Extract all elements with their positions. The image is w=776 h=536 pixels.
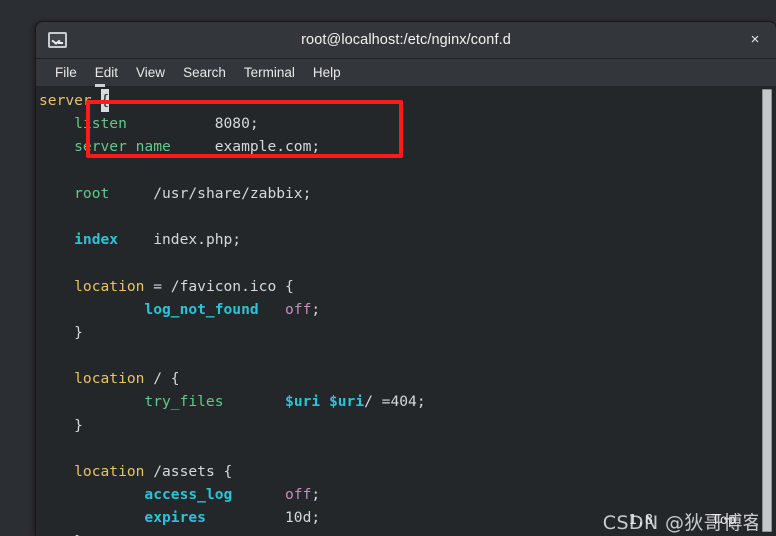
code-token: access_log: [39, 486, 233, 504]
menu-item-edit[interactable]: Edit: [86, 65, 127, 80]
terminal-window: root@localhost:/etc/nginx/conf.d × File …: [36, 22, 776, 536]
menu-item-help[interactable]: Help: [304, 65, 350, 80]
code-token: location: [39, 277, 145, 295]
code-token: index.php;: [118, 231, 242, 249]
scrollbar-track[interactable]: [758, 87, 776, 536]
status-scroll-indicator: Top: [711, 512, 736, 528]
window-titlebar: root@localhost:/etc/nginx/conf.d ×: [36, 22, 776, 59]
code-token: off: [285, 300, 312, 318]
code-token: server: [39, 92, 101, 109]
desktop-background: root@localhost:/etc/nginx/conf.d × File …: [0, 0, 776, 536]
code-token: location: [39, 370, 145, 388]
code-token: location: [39, 463, 145, 480]
code-token: listen: [39, 115, 127, 133]
code-token: root: [39, 184, 110, 202]
vim-editor-text[interactable]: server { listen 8080; server_name exampl…: [36, 87, 758, 536]
editor-line: try_files $uri $uri/ =404;: [39, 390, 758, 413]
code-token: $uri $uri: [285, 393, 365, 411]
code-token: try_files: [39, 393, 224, 411]
editor-line: log_not_found off;: [39, 298, 758, 321]
menu-item-view[interactable]: View: [127, 65, 174, 80]
code-token: index: [39, 231, 119, 249]
close-icon[interactable]: ×: [744, 29, 766, 51]
scrollbar-thumb[interactable]: [762, 89, 772, 532]
code-token: ;: [311, 486, 321, 504]
code-token: off: [285, 486, 312, 504]
editor-line: server_name example.com;: [39, 135, 758, 158]
code-token: = /favicon.ico {: [144, 277, 294, 295]
code-token: }: [39, 323, 83, 341]
editor-line: location / {: [39, 367, 758, 390]
terminal-icon: [48, 32, 67, 48]
editor-line: root /usr/share/zabbix;: [39, 182, 758, 205]
editor-line: location = /favicon.ico {: [39, 275, 758, 298]
code-token: server_name: [39, 138, 171, 156]
menu-bar: File Edit View Search Terminal Help: [36, 59, 776, 87]
text-cursor: {: [100, 89, 110, 113]
status-cursor-position: 1,8: [628, 512, 653, 528]
code-token: ;: [311, 300, 321, 318]
editor-line: index index.php;: [39, 228, 758, 251]
editor-line: }: [39, 414, 758, 437]
terminal-body[interactable]: server { listen 8080; server_name exampl…: [36, 87, 776, 536]
menu-item-file[interactable]: File: [46, 65, 86, 80]
code-token: /usr/share/zabbix;: [109, 184, 312, 202]
code-token: log_not_found: [39, 300, 259, 318]
editor-line: server {: [39, 89, 758, 113]
editor-line: listen 8080;: [39, 112, 758, 135]
code-token: }: [39, 416, 83, 434]
editor-line: access_log off;: [39, 483, 758, 506]
menu-item-search[interactable]: Search: [174, 65, 235, 80]
menu-item-terminal[interactable]: Terminal: [235, 65, 304, 80]
editor-line: location /assets {: [39, 460, 758, 483]
code-token: / =404;: [364, 393, 426, 411]
code-token: / {: [144, 370, 180, 388]
editor-line: }: [39, 321, 758, 344]
code-token: example.com;: [170, 138, 321, 156]
code-token: /assets {: [144, 463, 233, 480]
code-token: 8080;: [126, 115, 259, 133]
window-title: root@localhost:/etc/nginx/conf.d: [301, 32, 511, 48]
vim-status-line: "zabbix.conf" 61L, 1974C 1,8 Top: [36, 509, 758, 536]
